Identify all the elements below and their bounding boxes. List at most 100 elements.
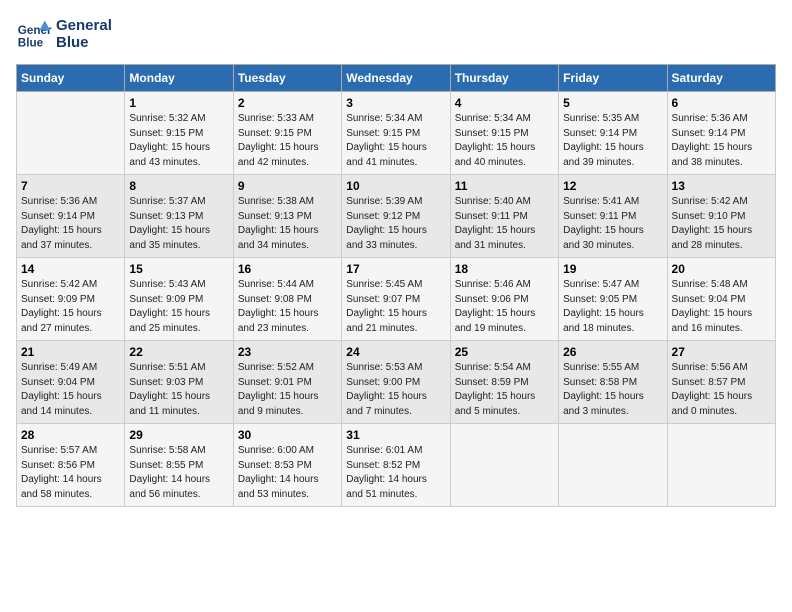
day-number: 22 [129,345,228,359]
week-row-3: 14 Sunrise: 5:42 AM Sunset: 9:09 PM Dayli… [17,258,776,341]
day-info: Sunrise: 5:45 AM Sunset: 9:07 PM Dayligh… [346,278,445,336]
day-info: Sunrise: 5:37 AM Sunset: 9:13 PM Dayligh… [129,195,228,253]
day-number: 15 [129,262,228,276]
day-cell: 11 Sunrise: 5:40 AM Sunset: 9:11 PM Dayli… [450,175,558,258]
day-info: Sunrise: 5:42 AM Sunset: 9:10 PM Dayligh… [672,195,771,253]
day-number: 25 [455,345,554,359]
day-number: 31 [346,428,445,442]
day-info: Sunrise: 5:57 AM Sunset: 8:56 PM Dayligh… [21,444,120,502]
day-number: 21 [21,345,120,359]
col-header-tuesday: Tuesday [233,65,341,92]
day-cell: 14 Sunrise: 5:42 AM Sunset: 9:09 PM Dayli… [17,258,125,341]
day-number: 23 [238,345,337,359]
col-header-saturday: Saturday [667,65,775,92]
calendar-body: 1 Sunrise: 5:32 AM Sunset: 9:15 PM Daylig… [17,92,776,507]
day-number: 19 [563,262,662,276]
day-cell: 26 Sunrise: 5:55 AM Sunset: 8:58 PM Dayli… [559,341,667,424]
col-header-wednesday: Wednesday [342,65,450,92]
day-cell: 7 Sunrise: 5:36 AM Sunset: 9:14 PM Daylig… [17,175,125,258]
week-row-5: 28 Sunrise: 5:57 AM Sunset: 8:56 PM Dayli… [17,424,776,507]
day-number: 28 [21,428,120,442]
week-row-4: 21Sunrise: 5:49 AM Sunset: 9:04 PM Dayli… [17,341,776,424]
column-headers: SundayMondayTuesdayWednesdayThursdayFrid… [17,65,776,92]
day-info: Sunrise: 5:36 AM Sunset: 9:14 PM Dayligh… [21,195,120,253]
svg-text:Blue: Blue [18,37,44,50]
day-cell: 8 Sunrise: 5:37 AM Sunset: 9:13 PM Daylig… [125,175,233,258]
day-cell: 12 Sunrise: 5:41 AM Sunset: 9:11 PM Dayli… [559,175,667,258]
day-number: 1 [129,96,228,110]
logo-general: General [56,17,112,34]
day-number: 4 [455,96,554,110]
day-info: Sunrise: 5:40 AM Sunset: 9:11 PM Dayligh… [455,195,554,253]
day-cell: 18 Sunrise: 5:46 AM Sunset: 9:06 PM Dayli… [450,258,558,341]
day-number: 7 [21,179,120,193]
day-info: Sunrise: 5:48 AM Sunset: 9:04 PM Dayligh… [672,278,771,336]
day-cell: 27 Sunrise: 5:56 AM Sunset: 8:57 PM Dayli… [667,341,775,424]
day-info: Sunrise: 5:36 AM Sunset: 9:14 PM Dayligh… [672,112,771,170]
day-cell: 3Sunrise: 5:34 AM Sunset: 9:15 PM Daylig… [342,92,450,175]
col-header-thursday: Thursday [450,65,558,92]
day-cell: 21Sunrise: 5:49 AM Sunset: 9:04 PM Dayli… [17,341,125,424]
day-info: Sunrise: 5:34 AM Sunset: 9:15 PM Dayligh… [455,112,554,170]
day-info: Sunrise: 5:43 AM Sunset: 9:09 PM Dayligh… [129,278,228,336]
day-info: Sunrise: 5:39 AM Sunset: 9:12 PM Dayligh… [346,195,445,253]
day-number: 24 [346,345,445,359]
day-cell: 1 Sunrise: 5:32 AM Sunset: 9:15 PM Daylig… [125,92,233,175]
day-cell: 20 Sunrise: 5:48 AM Sunset: 9:04 PM Dayli… [667,258,775,341]
col-header-sunday: Sunday [17,65,125,92]
day-cell [559,424,667,507]
col-header-monday: Monday [125,65,233,92]
day-info: Sunrise: 5:44 AM Sunset: 9:08 PM Dayligh… [238,278,337,336]
calendar-table: SundayMondayTuesdayWednesdayThursdayFrid… [16,64,776,507]
day-number: 16 [238,262,337,276]
day-info: Sunrise: 5:38 AM Sunset: 9:13 PM Dayligh… [238,195,337,253]
day-cell: 4 Sunrise: 5:34 AM Sunset: 9:15 PM Daylig… [450,92,558,175]
day-cell: 25 Sunrise: 5:54 AM Sunset: 8:59 PM Dayli… [450,341,558,424]
day-info: Sunrise: 5:55 AM Sunset: 8:58 PM Dayligh… [563,361,662,419]
day-number: 3 [346,96,445,110]
day-number: 14 [21,262,120,276]
day-number: 8 [129,179,228,193]
logo: General Blue General Blue [16,16,112,52]
day-info: Sunrise: 5:42 AM Sunset: 9:09 PM Dayligh… [21,278,120,336]
day-number: 18 [455,262,554,276]
day-info: Sunrise: 5:33 AM Sunset: 9:15 PM Dayligh… [238,112,337,170]
day-number: 20 [672,262,771,276]
day-number: 9 [238,179,337,193]
day-number: 11 [455,179,554,193]
day-number: 27 [672,345,771,359]
day-cell [667,424,775,507]
day-info: Sunrise: 6:00 AM Sunset: 8:53 PM Dayligh… [238,444,337,502]
day-cell: 2 Sunrise: 5:33 AM Sunset: 9:15 PM Daylig… [233,92,341,175]
day-cell: 6 Sunrise: 5:36 AM Sunset: 9:14 PM Daylig… [667,92,775,175]
day-info: Sunrise: 5:56 AM Sunset: 8:57 PM Dayligh… [672,361,771,419]
day-number: 2 [238,96,337,110]
day-number: 29 [129,428,228,442]
day-number: 12 [563,179,662,193]
day-cell: 5Sunrise: 5:35 AM Sunset: 9:14 PM Daylig… [559,92,667,175]
day-cell: 23Sunrise: 5:52 AM Sunset: 9:01 PM Dayli… [233,341,341,424]
day-info: Sunrise: 5:46 AM Sunset: 9:06 PM Dayligh… [455,278,554,336]
day-cell: 16 Sunrise: 5:44 AM Sunset: 9:08 PM Dayli… [233,258,341,341]
day-info: Sunrise: 6:01 AM Sunset: 8:52 PM Dayligh… [346,444,445,502]
day-number: 30 [238,428,337,442]
day-info: Sunrise: 5:51 AM Sunset: 9:03 PM Dayligh… [129,361,228,419]
day-info: Sunrise: 5:32 AM Sunset: 9:15 PM Dayligh… [129,112,228,170]
day-info: Sunrise: 5:58 AM Sunset: 8:55 PM Dayligh… [129,444,228,502]
day-cell: 15 Sunrise: 5:43 AM Sunset: 9:09 PM Dayli… [125,258,233,341]
week-row-2: 7 Sunrise: 5:36 AM Sunset: 9:14 PM Daylig… [17,175,776,258]
day-cell [450,424,558,507]
day-info: Sunrise: 5:47 AM Sunset: 9:05 PM Dayligh… [563,278,662,336]
day-number: 26 [563,345,662,359]
day-number: 10 [346,179,445,193]
day-cell: 30 Sunrise: 6:00 AM Sunset: 8:53 PM Dayli… [233,424,341,507]
page-header: General Blue General Blue [16,16,776,52]
day-cell [17,92,125,175]
day-info: Sunrise: 5:41 AM Sunset: 9:11 PM Dayligh… [563,195,662,253]
day-info: Sunrise: 5:53 AM Sunset: 9:00 PM Dayligh… [346,361,445,419]
day-cell: 24 Sunrise: 5:53 AM Sunset: 9:00 PM Dayli… [342,341,450,424]
day-cell: 9 Sunrise: 5:38 AM Sunset: 9:13 PM Daylig… [233,175,341,258]
day-cell: 22 Sunrise: 5:51 AM Sunset: 9:03 PM Dayli… [125,341,233,424]
day-number: 6 [672,96,771,110]
day-info: Sunrise: 5:54 AM Sunset: 8:59 PM Dayligh… [455,361,554,419]
